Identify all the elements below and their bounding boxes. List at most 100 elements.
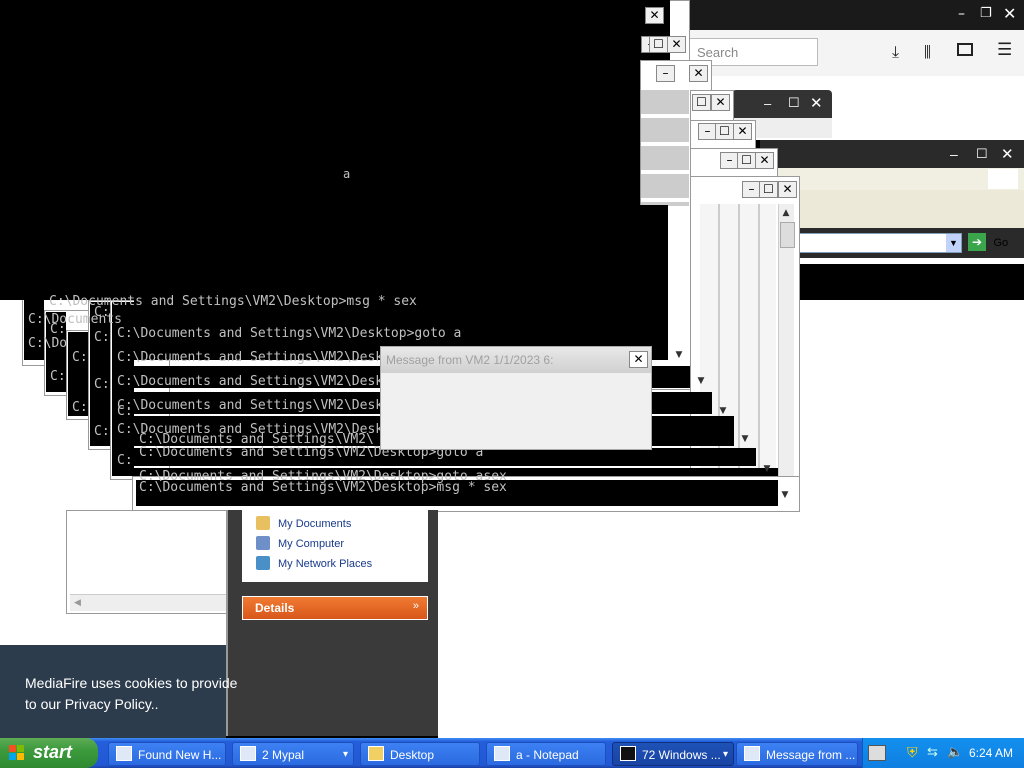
scroll-up-arrow-icon[interactable]: ▲ — [779, 206, 793, 220]
scroll-left-arrow-icon[interactable]: ◀ — [74, 597, 81, 608]
console-6-maximize-button[interactable]: ☐ — [759, 181, 778, 198]
cookie-text-prefix: to our — [25, 696, 65, 712]
message-dialog-body — [385, 375, 647, 445]
clock: 6:24 AM — [969, 746, 1014, 760]
start-button[interactable]: start — [0, 738, 98, 768]
volume-icon[interactable]: 🔈 — [947, 744, 963, 760]
console-fragment: C: — [94, 330, 110, 345]
mypal-icon — [240, 746, 256, 761]
window-icon — [116, 746, 132, 761]
console-fragment: C: — [72, 400, 88, 415]
scroll-down-arrow-icon[interactable]: ▼ — [778, 488, 792, 502]
cookie-text-line1: MediaFire uses cookies to provide — [25, 675, 238, 691]
places-panel: My Documents My Computer My Network Places — [242, 510, 428, 582]
places-item[interactable]: My Documents — [256, 514, 351, 532]
taskbar-button-label: a - Notepad — [516, 748, 579, 762]
scroll-down-arrow-icon[interactable]: ▼ — [672, 348, 686, 362]
console-5-maximize-button[interactable]: ☐ — [737, 152, 756, 169]
scroll-down-arrow-icon[interactable]: ▼ — [738, 432, 752, 446]
console-4-maximize-button[interactable]: ☐ — [715, 123, 734, 140]
console-line: C:\Documents and Settings\VM2\Desktop> — [117, 350, 415, 365]
taskbar-button[interactable]: Message from ... — [736, 742, 858, 766]
window-icon — [744, 746, 760, 761]
details-header[interactable]: Details » — [242, 596, 428, 620]
taskbar-button[interactable]: 2 Mypal ▾ — [232, 742, 354, 766]
address-dropdown-icon[interactable]: ▼ — [946, 234, 961, 252]
security-shield-icon[interactable]: ⛨ — [907, 744, 918, 761]
menu-icon[interactable]: ☰ — [997, 40, 1012, 60]
chevron-down-icon: ▾ — [722, 749, 728, 760]
console-fragment: C: — [117, 404, 133, 419]
taskbar-button-label: 2 Mypal — [262, 748, 305, 762]
my-network-places-icon — [256, 556, 270, 570]
explorer-task-pane: My Documents My Computer My Network Places… — [226, 510, 438, 736]
small-maximize-button[interactable]: ☐ — [788, 95, 800, 111]
go-label: Go — [993, 237, 1009, 249]
ie-minimize-button[interactable]: – — [950, 146, 966, 162]
message-dialog-title: Message from VM2 1/1/2023 6: — [386, 353, 554, 367]
small-close-button[interactable]: ✕ — [810, 94, 823, 112]
browser-restore-button[interactable]: ❐ — [980, 6, 994, 22]
taskbar-button-label: Found New H... — [138, 748, 222, 762]
small-minimize-button[interactable]: – — [764, 96, 771, 111]
taskbar-button-label: 72 Windows ... — [642, 748, 721, 762]
console-2-dark-bars — [641, 90, 689, 206]
ie-close-button[interactable]: ✕ — [1001, 145, 1017, 163]
scroll-down-arrow-icon[interactable]: ▼ — [694, 374, 708, 388]
scroll-down-arrow-icon[interactable]: ▼ — [716, 404, 730, 418]
windows-logo-icon — [9, 745, 25, 761]
places-item-label: My Documents — [278, 518, 352, 530]
library-icon[interactable]: ⫼ — [924, 43, 931, 61]
console-fragment: C: — [94, 424, 110, 439]
taskbar-button[interactable]: Desktop — [360, 742, 480, 766]
browser-close-button[interactable]: ✕ — [1003, 4, 1017, 23]
cookie-banner: MediaFire uses cookies to provide to our… — [0, 645, 237, 740]
cmd-icon — [620, 746, 636, 761]
console-line: C:\Documents and Settings\VM2\Deskto — [117, 374, 399, 389]
message-dialog: Message from VM2 1/1/2023 6: ✕ — [380, 346, 652, 450]
console-1b-close-button[interactable]: ✕ — [667, 36, 686, 53]
network-icon[interactable]: ⇆ — [927, 744, 938, 760]
console-6-close-button[interactable]: ✕ — [778, 181, 797, 198]
my-documents-icon — [256, 516, 270, 530]
cookie-text-suffix: .. — [150, 696, 159, 712]
console-fragment: C: — [50, 322, 66, 337]
console-1-close-button[interactable]: ✕ — [645, 7, 664, 24]
language-icon[interactable] — [868, 745, 886, 761]
folder-icon — [368, 746, 384, 761]
scroll-thumb[interactable] — [780, 222, 795, 248]
chevron-down-icon: ▾ — [342, 749, 348, 760]
message-close-button[interactable]: ✕ — [629, 351, 648, 368]
console-line: C:\Documents and Settings\VM2\Deskto — [117, 398, 399, 413]
taskbar-button[interactable]: Found New H... — [108, 742, 226, 766]
taskbar-button[interactable]: a - Notepad — [486, 742, 606, 766]
console-fragment: C: — [117, 453, 133, 468]
console-3-maximize-button[interactable]: ☐ — [692, 94, 711, 111]
go-button[interactable]: ➔ Go — [968, 233, 1020, 253]
console-line: C:\Documents and Settings\VM2\Desktop>go… — [117, 326, 462, 341]
browser-minimize-button[interactable]: – — [958, 6, 972, 22]
scroll-down-arrow-icon[interactable]: ▼ — [760, 462, 774, 476]
console-2-minimize-button[interactable]: – — [656, 65, 675, 82]
ie-maximize-button[interactable]: ☐ — [976, 146, 992, 162]
message-dialog-titlebar[interactable]: Message from VM2 1/1/2023 6: — [381, 347, 651, 373]
places-item[interactable]: My Computer — [256, 534, 344, 552]
console-line: C:\Documents and Settings\VM2\Desktop>ms… — [139, 480, 507, 495]
console-4-close-button[interactable]: ✕ — [733, 123, 752, 140]
console-2-close-button[interactable]: ✕ — [689, 65, 708, 82]
console-5-close-button[interactable]: ✕ — [755, 152, 774, 169]
console-fragment: C: — [94, 305, 110, 320]
explorer-scrollbar-h[interactable]: ◀ — [70, 594, 226, 611]
console-3-close-button[interactable]: ✕ — [711, 94, 730, 111]
details-label: Details — [255, 601, 295, 615]
privacy-policy-link[interactable]: Privacy Policy — [65, 696, 151, 712]
taskbar-button[interactable]: 72 Windows ... ▾ — [612, 742, 734, 766]
console-fragment: C: — [50, 369, 66, 384]
console-1-maximize-button[interactable]: ☐ — [649, 36, 668, 53]
console-fragment: C: — [94, 377, 110, 392]
sidebar-toggle-icon[interactable] — [957, 43, 973, 56]
places-item[interactable]: My Network Places — [256, 554, 372, 572]
console-6-scrollbar[interactable]: ▲ — [778, 204, 795, 504]
download-icon[interactable]: ⤓ — [892, 42, 899, 62]
console-top-char: a — [343, 167, 351, 181]
